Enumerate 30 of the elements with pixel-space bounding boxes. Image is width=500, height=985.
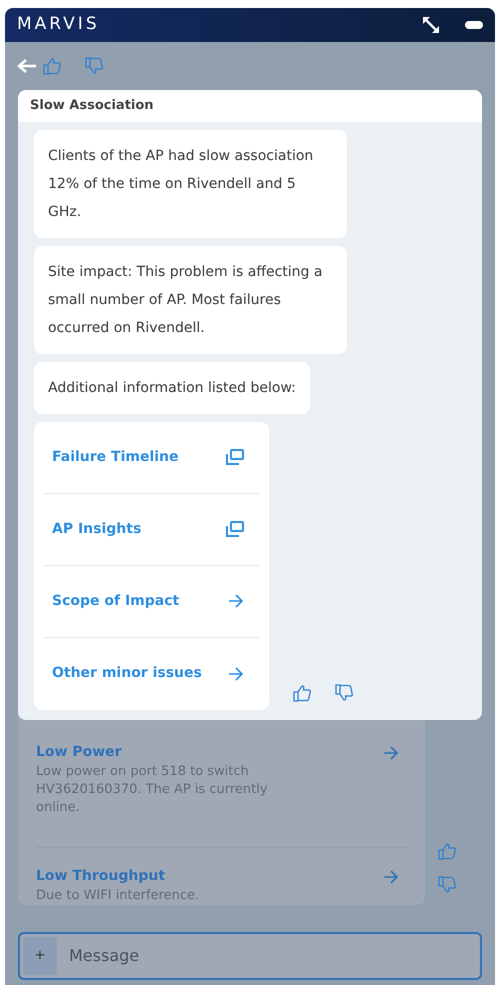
thumbs-down-icon[interactable] <box>438 876 456 894</box>
issue-description: Low power on port 518 to switch HV3620160370. The AP is currently online. <box>36 763 269 817</box>
link-item[interactable]: Other minor issues <box>43 638 260 710</box>
arrow-right-icon <box>228 666 244 680</box>
expand-icon[interactable] <box>421 15 441 35</box>
thumbs-down-icon[interactable] <box>335 684 353 702</box>
message-field[interactable]: + Message <box>18 932 482 980</box>
link-item[interactable]: Failure Timeline <box>43 422 260 494</box>
chat-message: Clients of the AP had slow association 12% of the time on Rivendell and 5 GHz. <box>34 130 347 238</box>
arrow-right-icon <box>228 594 244 608</box>
chat-message: Additional information listed below: <box>34 362 310 414</box>
issue-title[interactable]: Low Power <box>36 742 122 763</box>
popout-icon <box>226 449 244 465</box>
popout-icon <box>226 521 244 537</box>
issue-title[interactable]: Low Throughput <box>36 866 166 887</box>
arrow-right-icon <box>383 746 399 760</box>
arrow-right-icon <box>383 870 399 884</box>
link-item[interactable]: Scope of Impact <box>43 566 260 638</box>
thumbs-up-icon[interactable] <box>438 842 456 860</box>
chat-message: Site impact: This problem is affecting a small number of AP. Most failures occurred on Rivendell. <box>34 246 347 354</box>
thumbs-down-icon[interactable] <box>85 57 103 75</box>
popup-title: Slow Association <box>18 90 482 122</box>
thumbs-up-icon[interactable] <box>43 57 61 75</box>
back-arrow-icon[interactable] <box>17 58 37 74</box>
add-button[interactable]: + <box>23 937 57 975</box>
thumbs-up-icon[interactable] <box>293 684 311 702</box>
window-title: MARVIS <box>17 13 100 36</box>
link-item[interactable]: AP Insights <box>43 494 260 566</box>
minimize-icon[interactable] <box>465 21 483 29</box>
issue-description: Due to WIFI interference. <box>36 887 200 905</box>
